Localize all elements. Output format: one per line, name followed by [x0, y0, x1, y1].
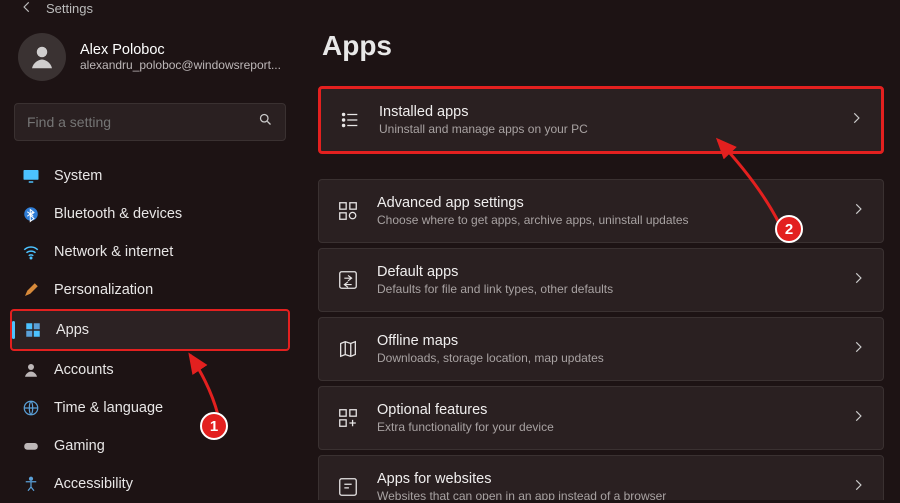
card-text: Apps for websites Websites that can open…: [377, 471, 833, 500]
sidebar-item-label: Accounts: [54, 362, 114, 378]
sidebar-item-personalization[interactable]: Personalization: [10, 271, 290, 309]
sidebar-item-system[interactable]: System: [10, 157, 290, 195]
list-icon: [339, 109, 361, 131]
globe-clock-icon: [22, 399, 40, 417]
chevron-right-icon: [849, 111, 863, 130]
arrows-swap-icon: [337, 269, 359, 291]
search-box[interactable]: [14, 103, 286, 141]
sidebar-item-bluetooth[interactable]: Bluetooth & devices: [10, 195, 290, 233]
settings-window: Settings Alex Poloboc alexandru_poloboc@…: [0, 0, 900, 500]
card-title: Installed apps: [379, 104, 831, 120]
person-icon: [22, 361, 40, 379]
nav-list: System Bluetooth & devices Network & int…: [10, 157, 290, 503]
sidebar-item-accessibility[interactable]: Accessibility: [10, 465, 290, 503]
monitor-icon: [22, 167, 40, 185]
add-feature-icon: [337, 407, 359, 429]
back-icon: [20, 0, 34, 17]
chevron-right-icon: [851, 478, 865, 497]
card-desc: Websites that can open in an app instead…: [377, 489, 833, 500]
sidebar-item-label: Accessibility: [54, 476, 133, 492]
chevron-right-icon: [851, 202, 865, 221]
chevron-right-icon: [851, 271, 865, 290]
card-text: Optional features Extra functionality fo…: [377, 402, 833, 434]
card-default-apps[interactable]: Default apps Defaults for file and link …: [318, 248, 884, 312]
page-title: Apps: [318, 6, 884, 86]
bluetooth-icon: [22, 205, 40, 223]
card-desc: Extra functionality for your device: [377, 420, 833, 434]
wifi-icon: [22, 243, 40, 261]
card-title: Apps for websites: [377, 471, 833, 487]
brush-icon: [22, 281, 40, 299]
chevron-right-icon: [851, 340, 865, 359]
sidebar-item-label: Time & language: [54, 400, 163, 416]
search-input[interactable]: [27, 114, 258, 130]
apps-gear-icon: [337, 200, 359, 222]
chevron-right-icon: [851, 409, 865, 428]
card-optional-features[interactable]: Optional features Extra functionality fo…: [318, 386, 884, 450]
app-link-icon: [337, 476, 359, 498]
user-text: Alex Poloboc alexandru_poloboc@windowsre…: [80, 42, 281, 72]
breadcrumb[interactable]: Settings: [10, 0, 290, 23]
card-apps-for-websites[interactable]: Apps for websites Websites that can open…: [318, 455, 884, 500]
sidebar-item-label: Apps: [56, 322, 89, 338]
sidebar-item-label: Bluetooth & devices: [54, 206, 182, 222]
card-desc: Downloads, storage location, map updates: [377, 351, 833, 365]
user-account-row[interactable]: Alex Poloboc alexandru_poloboc@windowsre…: [10, 23, 290, 99]
main-pane: Apps Installed apps Uninstall and manage…: [300, 0, 900, 500]
sidebar-item-label: Network & internet: [54, 244, 173, 260]
card-desc: Defaults for file and link types, other …: [377, 282, 833, 296]
card-title: Optional features: [377, 402, 833, 418]
search-icon: [258, 112, 273, 132]
gamepad-icon: [22, 437, 40, 455]
sidebar: Settings Alex Poloboc alexandru_poloboc@…: [0, 0, 300, 500]
sidebar-item-label: Personalization: [54, 282, 153, 298]
card-text: Default apps Defaults for file and link …: [377, 264, 833, 296]
sidebar-item-label: System: [54, 168, 102, 184]
accessibility-icon: [22, 475, 40, 493]
breadcrumb-label: Settings: [46, 1, 93, 16]
map-icon: [337, 338, 359, 360]
apps-icon: [24, 321, 42, 339]
card-title: Default apps: [377, 264, 833, 280]
card-offline-maps[interactable]: Offline maps Downloads, storage location…: [318, 317, 884, 381]
annotation-badge-1: 1: [200, 412, 228, 440]
card-title: Offline maps: [377, 333, 833, 349]
sidebar-item-network[interactable]: Network & internet: [10, 233, 290, 271]
annotation-badge-2: 2: [775, 215, 803, 243]
user-email: alexandru_poloboc@windowsreport...: [80, 58, 281, 72]
sidebar-item-label: Gaming: [54, 438, 105, 454]
avatar: [18, 33, 66, 81]
card-text: Offline maps Downloads, storage location…: [377, 333, 833, 365]
sidebar-item-gaming[interactable]: Gaming: [10, 427, 290, 465]
user-name: Alex Poloboc: [80, 42, 281, 58]
